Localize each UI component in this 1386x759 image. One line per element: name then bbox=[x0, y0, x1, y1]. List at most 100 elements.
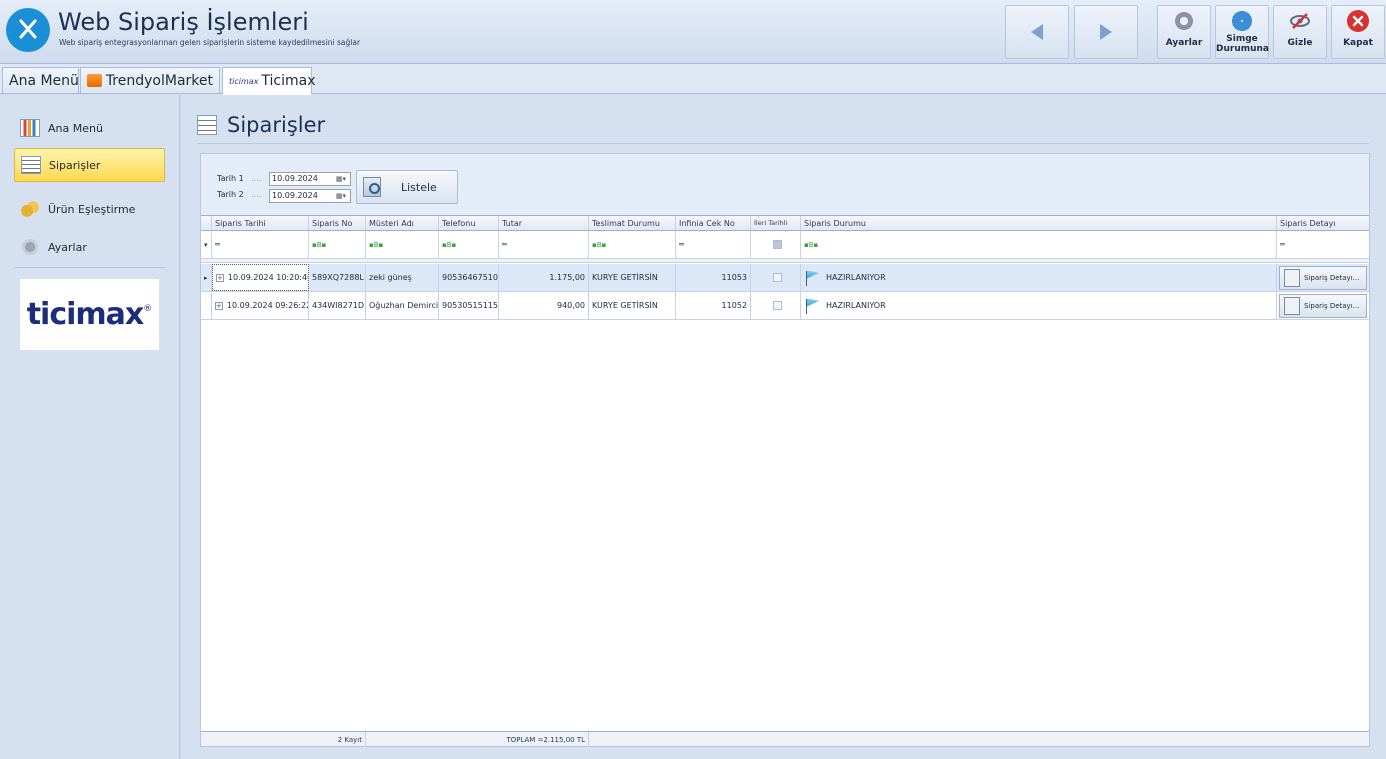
date2-value: 10.09.2024 bbox=[272, 191, 318, 200]
filter-cell[interactable]: ▪B▪ bbox=[366, 231, 439, 258]
settings-button[interactable]: Ayarlar bbox=[1157, 5, 1211, 59]
order-detail-button[interactable]: Sipariş Detayı... bbox=[1279, 265, 1367, 290]
calendar-dropdown-icon[interactable]: ▦▾ bbox=[333, 174, 349, 184]
tab-ticimax[interactable]: ticimax Ticimax bbox=[222, 67, 316, 95]
filter-cell[interactable]: ▪B▪ bbox=[309, 231, 366, 258]
tab-trendyol-market[interactable]: TrendyolMarket bbox=[80, 67, 220, 94]
filter-cell[interactable]: ═ bbox=[676, 231, 751, 258]
forward-dated-checkbox[interactable] bbox=[772, 273, 782, 282]
grid-header: Siparis Tarihi Siparis No Müsteri Adı Te… bbox=[201, 216, 1369, 231]
date1-dots: .... bbox=[251, 174, 262, 183]
cell-delivery[interactable]: KURYE GETİRSİN bbox=[589, 264, 676, 291]
cell-amount[interactable]: 1.175,00 bbox=[499, 264, 589, 291]
back-button[interactable] bbox=[1005, 5, 1069, 59]
cell-order-no[interactable]: 589XQ7288L bbox=[309, 264, 366, 291]
sidebar-item-siparisler[interactable]: Siparişler bbox=[14, 148, 165, 182]
minimize-button[interactable]: Simge Durumuna bbox=[1215, 5, 1269, 59]
filter-cell[interactable]: ═ bbox=[1277, 231, 1369, 258]
minimize-label-1: Simge bbox=[1226, 34, 1258, 44]
filter-cell[interactable]: ▪B▪ bbox=[439, 231, 499, 258]
order-detail-button[interactable]: Sipariş Detayı... bbox=[1279, 293, 1367, 318]
column-header[interactable]: İleri Tarihli bbox=[751, 216, 801, 230]
contains-filter-icon: ▪B▪ bbox=[369, 240, 384, 249]
document-icon bbox=[1284, 296, 1300, 315]
hide-button[interactable]: Gizle bbox=[1273, 5, 1327, 59]
contains-filter-icon: ▪B▪ bbox=[804, 240, 819, 249]
sidebar-divider bbox=[14, 267, 165, 268]
cell-customer[interactable]: zeki güneş bbox=[366, 264, 439, 291]
list-icon bbox=[197, 115, 217, 135]
date1-input[interactable]: 10.09.2024 ▦▾ bbox=[269, 172, 351, 186]
cell-delivery[interactable]: KURYE GETİRSİN bbox=[589, 292, 676, 319]
page-header: Siparişler bbox=[197, 113, 325, 137]
grid-footer: 2 Kayıt TOPLAM =2.115,00 TL bbox=[201, 731, 1369, 747]
close-button[interactable]: Kapat bbox=[1331, 5, 1385, 59]
page-title: Siparişler bbox=[227, 113, 326, 137]
cell-customer[interactable]: Oğuzhan Demirci bbox=[366, 292, 439, 319]
cell-detail: Sipariş Detayı... bbox=[1277, 292, 1369, 319]
column-header[interactable]: Müsteri Adı bbox=[366, 216, 439, 230]
expand-icon[interactable]: + bbox=[215, 301, 223, 310]
forward-dated-checkbox[interactable] bbox=[772, 301, 782, 310]
cell-status[interactable]: HAZIRLANIYOR bbox=[801, 264, 1277, 291]
tab-bar: Ana Menü TrendyolMarket ticimax Ticimax bbox=[0, 64, 1386, 95]
column-header[interactable]: Siparis Detayı bbox=[1277, 216, 1369, 230]
filter-cell[interactable]: ▪B▪ bbox=[801, 231, 1277, 258]
tab-ana-menu[interactable]: Ana Menü bbox=[2, 67, 79, 94]
filter-checkbox[interactable] bbox=[772, 240, 782, 249]
cell-amount[interactable]: 940,00 bbox=[499, 292, 589, 319]
sidebar-item-ayarlar[interactable]: Ayarlar bbox=[14, 230, 165, 264]
date1-label: Tarih 1 bbox=[217, 174, 244, 183]
cell-phone[interactable]: 905305151158 bbox=[439, 292, 499, 319]
date2-input[interactable]: 10.09.2024 ▦▾ bbox=[269, 189, 351, 203]
table-row[interactable]: ▸ +10.09.2024 10:20:40 589XQ7288L zeki g… bbox=[201, 264, 1369, 292]
eye-hidden-icon bbox=[1289, 10, 1311, 32]
filter-row-indicator: ▾ bbox=[201, 231, 212, 258]
cell-cek-no[interactable]: 11053 bbox=[676, 264, 751, 291]
date2-label: Tarih 2 bbox=[217, 190, 244, 199]
cell-detail: Sipariş Detayı... bbox=[1277, 264, 1369, 291]
column-header[interactable]: Siparis Durumu bbox=[801, 216, 1277, 230]
orders-grid: Siparis Tarihi Siparis No Müsteri Adı Te… bbox=[201, 215, 1369, 747]
filter-cell[interactable]: ═ bbox=[212, 231, 309, 258]
main-content: Siparişler Tarih 1 .... 10.09.2024 ▦▾ Ta… bbox=[181, 95, 1386, 759]
filter-cell[interactable] bbox=[751, 231, 801, 258]
forward-button[interactable] bbox=[1074, 5, 1138, 59]
sidebar-item-ana-menu[interactable]: Ana Menü bbox=[14, 111, 165, 145]
cell-forward-dated[interactable] bbox=[751, 264, 801, 291]
cell-date[interactable]: +10.09.2024 09:26:22 bbox=[212, 292, 309, 319]
contains-filter-icon: ▪B▪ bbox=[312, 240, 327, 249]
cell-text: 10.09.2024 09:26:22 bbox=[226, 301, 309, 310]
calendar-dropdown-icon[interactable]: ▦▾ bbox=[333, 191, 349, 201]
column-header[interactable]: Infinia Cek No bbox=[676, 216, 751, 230]
flag-icon bbox=[804, 298, 820, 314]
filter-cell[interactable]: ═ bbox=[499, 231, 589, 258]
cell-status[interactable]: HAZIRLANIYOR bbox=[801, 292, 1277, 319]
column-header[interactable]: Tutar bbox=[499, 216, 589, 230]
cell-forward-dated[interactable] bbox=[751, 292, 801, 319]
list-button[interactable]: Listele bbox=[356, 170, 458, 204]
detail-label: Sipariş Detayı... bbox=[1304, 301, 1360, 310]
column-header[interactable]: Teslimat Durumu bbox=[589, 216, 676, 230]
cell-order-no[interactable]: 434WI8271D bbox=[309, 292, 366, 319]
date2-dots: .... bbox=[251, 190, 262, 199]
tab-label: TrendyolMarket bbox=[105, 72, 213, 89]
settings-label: Ayarlar bbox=[1165, 38, 1203, 48]
row-indicator bbox=[201, 292, 212, 319]
contains-filter-icon: ▪B▪ bbox=[592, 240, 607, 249]
cell-phone[interactable]: 905364675107 bbox=[439, 264, 499, 291]
sidebar-item-label: Ürün Eşleştirme bbox=[48, 202, 136, 216]
column-header[interactable]: Telefonu bbox=[439, 216, 499, 230]
table-row[interactable]: +10.09.2024 09:26:22 434WI8271D Oğuzhan … bbox=[201, 292, 1369, 320]
cell-cek-no[interactable]: 11052 bbox=[676, 292, 751, 319]
expand-icon[interactable]: + bbox=[216, 273, 224, 282]
sidebar-item-urun-eslestirme[interactable]: Ürün Eşleştirme bbox=[14, 192, 165, 226]
date1-value: 10.09.2024 bbox=[272, 174, 318, 183]
column-header[interactable]: Siparis Tarihi bbox=[212, 216, 309, 230]
column-header[interactable]: Siparis No bbox=[309, 216, 366, 230]
filter-cell[interactable]: ▪B▪ bbox=[589, 231, 676, 258]
cell-text: HAZIRLANIYOR bbox=[826, 301, 886, 310]
cell-date[interactable]: +10.09.2024 10:20:40 bbox=[212, 264, 309, 291]
total-amount: TOPLAM =2.115,00 TL bbox=[366, 732, 589, 747]
fork-knife-icon bbox=[6, 8, 50, 52]
